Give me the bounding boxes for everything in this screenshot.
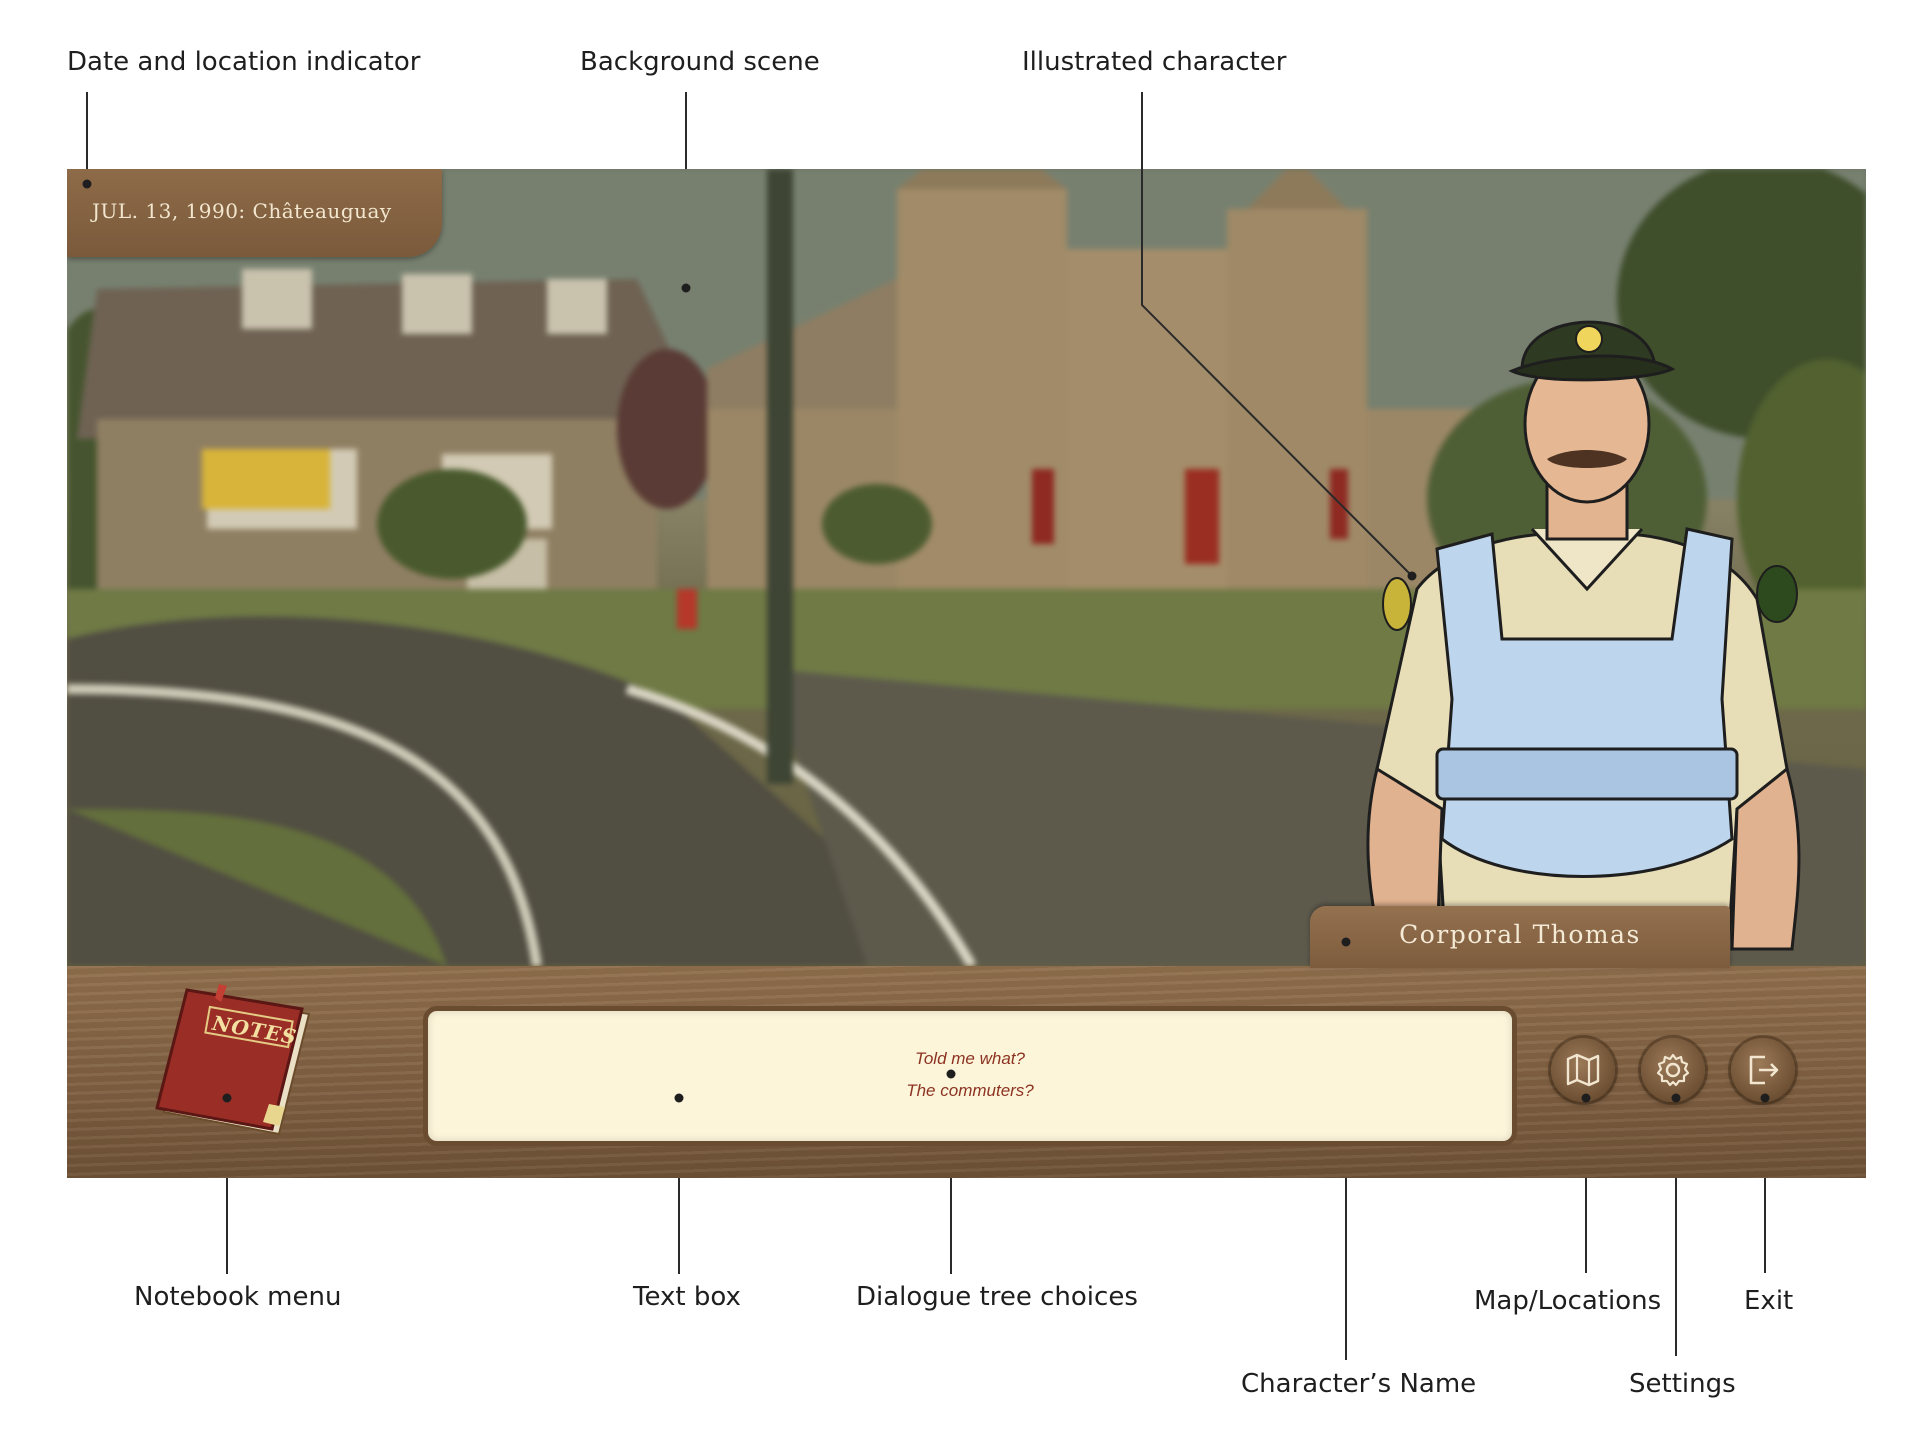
- game-screen: JUL. 13, 1990: Châteauguay Corporal Thom…: [67, 169, 1866, 1178]
- annotation-exit: Exit: [1744, 1286, 1794, 1316]
- notebook-menu[interactable]: NOTES: [139, 984, 319, 1144]
- exit-icon: [1749, 1055, 1779, 1085]
- dialogue-choice[interactable]: The commuters?: [428, 1081, 1512, 1101]
- annotation-dot: [1581, 1093, 1591, 1103]
- text-box: Told me what? The commuters?: [423, 1006, 1517, 1146]
- annotation-character-name: Character’s Name: [1241, 1369, 1477, 1399]
- annotation-text-box: Text box: [633, 1282, 741, 1312]
- bottom-bar: NOTES Told me what? The commuters?: [67, 966, 1866, 1178]
- annotation-dialogue-choices: Dialogue tree choices: [856, 1282, 1138, 1312]
- date-location-indicator: JUL. 13, 1990: Châteauguay: [67, 169, 442, 257]
- annotation-dot: [1760, 1093, 1770, 1103]
- annotation-map-locations: Map/Locations: [1474, 1286, 1662, 1316]
- annotation-dot: [1671, 1093, 1681, 1103]
- map-icon: [1566, 1053, 1600, 1087]
- annotation-dot: [222, 1093, 232, 1103]
- annotation-dot: [1407, 571, 1417, 581]
- character-name-plate: Corporal Thomas: [1310, 906, 1730, 968]
- settings-button[interactable]: [1641, 1038, 1705, 1102]
- character-name: Corporal Thomas: [1399, 920, 1641, 949]
- annotation-notebook-menu: Notebook menu: [134, 1282, 342, 1312]
- date-location-text: JUL. 13, 1990: Châteauguay: [92, 199, 392, 223]
- exit-button[interactable]: [1731, 1038, 1795, 1102]
- annotation-dot: [946, 1069, 956, 1079]
- annotation-dot: [1341, 937, 1351, 947]
- annotation-background-scene: Background scene: [580, 47, 820, 77]
- dialogue-choice[interactable]: Told me what?: [428, 1049, 1512, 1069]
- background-scene: [67, 169, 1866, 966]
- annotation-dot: [674, 1093, 684, 1103]
- annotation-illustrated-character: Illustrated character: [1022, 47, 1287, 77]
- annotation-dot: [82, 179, 92, 189]
- gear-icon: [1656, 1053, 1690, 1087]
- annotation-settings: Settings: [1629, 1369, 1736, 1399]
- map-button[interactable]: [1551, 1038, 1615, 1102]
- illustrated-character[interactable]: [1337, 249, 1857, 966]
- annotation-dot: [681, 283, 691, 293]
- annotation-date-location: Date and location indicator: [67, 47, 421, 77]
- notebook-icon: [155, 984, 311, 1136]
